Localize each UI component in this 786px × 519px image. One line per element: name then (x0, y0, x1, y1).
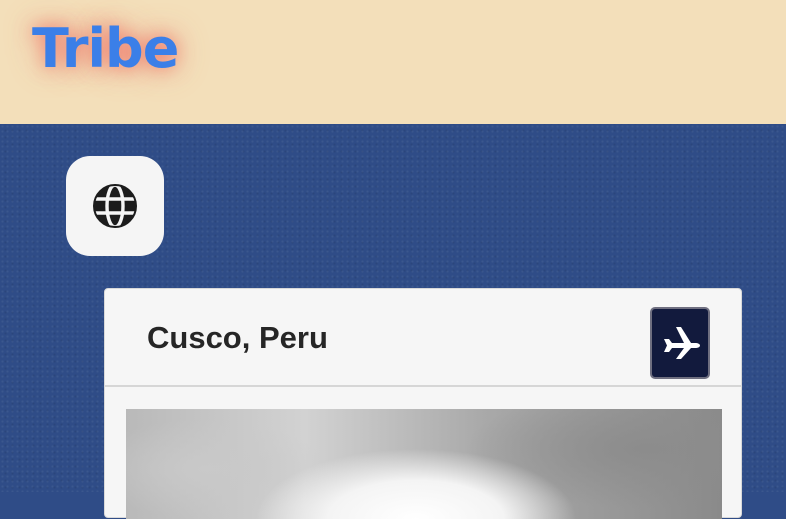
globe-button[interactable] (66, 156, 164, 256)
card-header: Cusco, Peru (105, 289, 741, 387)
destination-photo (126, 409, 722, 519)
globe-icon (93, 183, 137, 229)
flight-button[interactable] (650, 307, 710, 379)
destination-card: Cusco, Peru (104, 288, 742, 519)
destination-title: Cusco, Peru (147, 320, 328, 355)
tribe-logo[interactable]: Tribe (32, 17, 179, 80)
top-header: Tribe (0, 0, 786, 124)
airplane-icon (664, 327, 700, 359)
